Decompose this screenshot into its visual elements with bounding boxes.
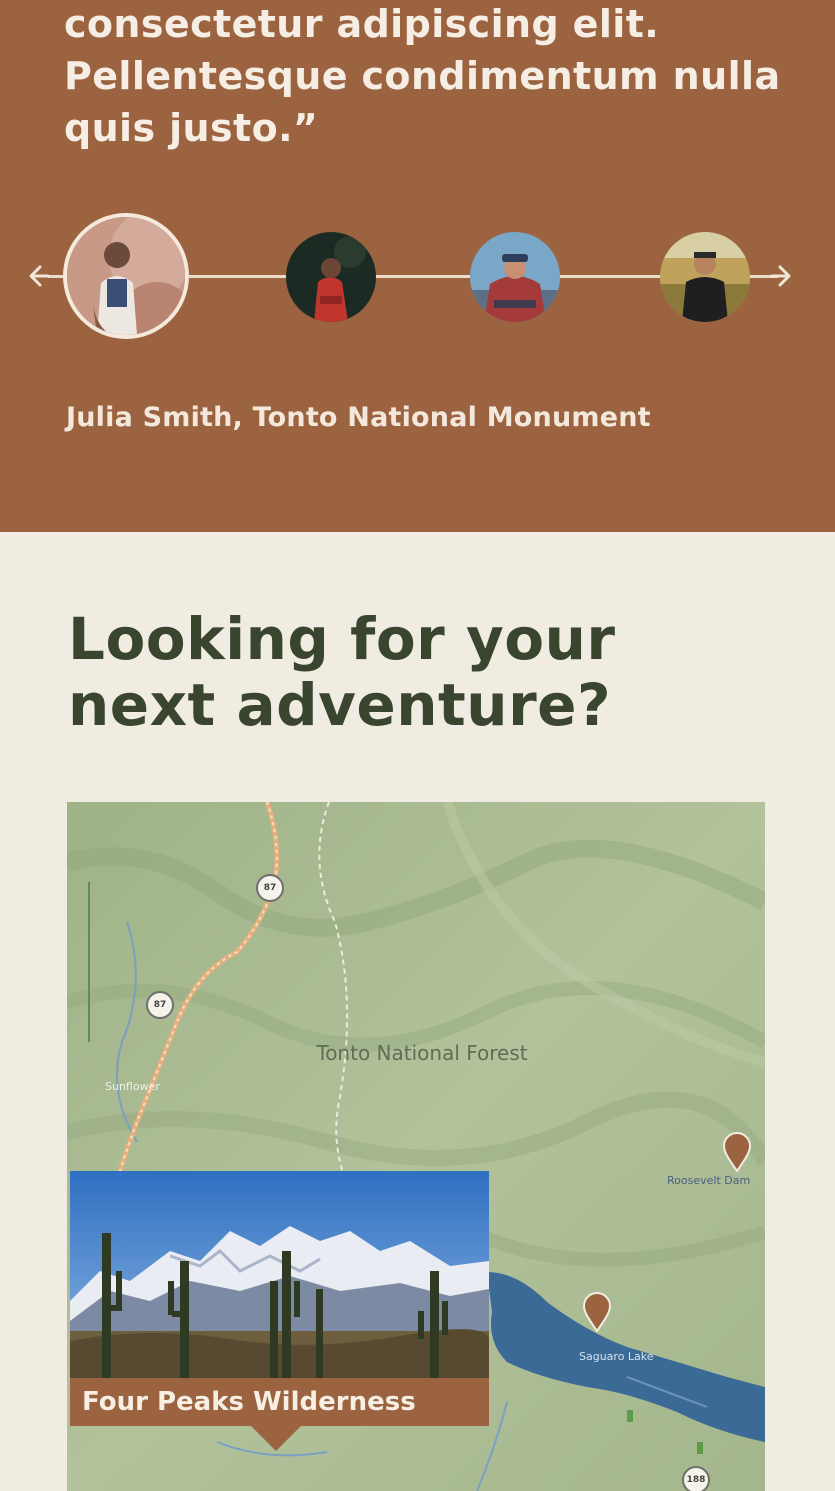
adventure-map[interactable]: Tonto National Forest Sunflower Roosevel… xyxy=(67,802,765,1491)
highway-shield-188: 188 xyxy=(682,1466,710,1491)
avatar-julia[interactable] xyxy=(67,217,185,335)
testimonial-attribution: Julia Smith, Tonto National Monument xyxy=(66,402,651,433)
lake-label: Saguaro Lake xyxy=(579,1350,654,1363)
avatar-4[interactable] xyxy=(660,232,750,322)
pin-label: Roosevelt Dam xyxy=(667,1174,751,1187)
avatar-3[interactable] xyxy=(470,232,560,322)
town-label: Sunflower xyxy=(105,1080,160,1093)
avatar-2[interactable] xyxy=(286,232,376,322)
arrow-right-icon[interactable] xyxy=(764,255,794,297)
page: consectetur adipiscing elit. Pellentesqu… xyxy=(0,0,835,1491)
testimonial-section: consectetur adipiscing elit. Pellentesqu… xyxy=(0,0,835,532)
map-pin-icon[interactable] xyxy=(582,1292,612,1332)
map-pin-icon[interactable] xyxy=(722,1132,752,1172)
location-card[interactable]: Four Peaks Wilderness xyxy=(70,1171,489,1451)
card-title: Four Peaks Wilderness xyxy=(82,1387,416,1417)
card-pointer xyxy=(250,1425,302,1451)
testimonial-quote: consectetur adipiscing elit. Pellentesqu… xyxy=(64,2,781,150)
forest-label: Tonto National Forest xyxy=(316,1041,528,1065)
highway-shield-87-south: 87 xyxy=(146,991,174,1019)
arrow-left-icon[interactable] xyxy=(26,255,56,297)
card-photo xyxy=(70,1171,489,1378)
highway-shield-87-north: 87 xyxy=(256,874,284,902)
card-caption: Four Peaks Wilderness xyxy=(70,1378,489,1426)
adventure-heading: Looking for your next adventure? xyxy=(68,605,616,739)
